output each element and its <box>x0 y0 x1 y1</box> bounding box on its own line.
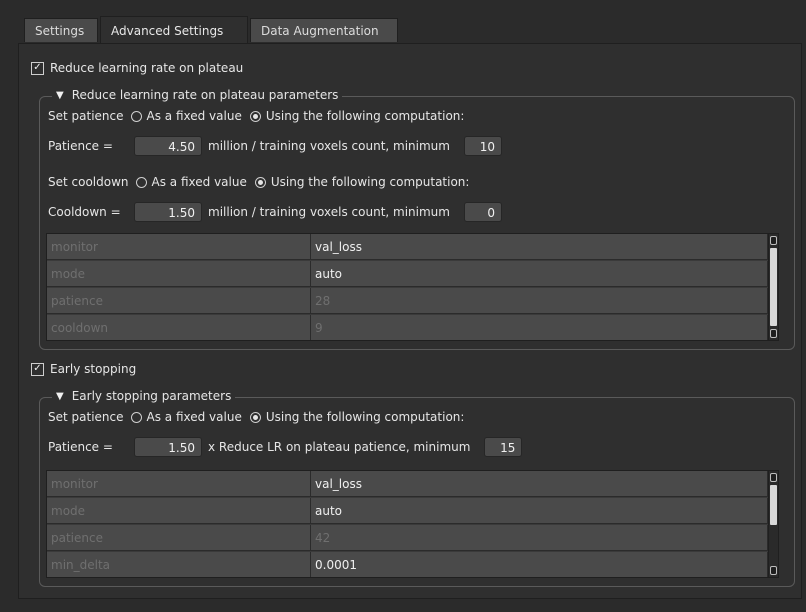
param-key: mode <box>47 261 311 287</box>
es-patience-fixed-radio[interactable] <box>130 411 142 423</box>
advanced-settings-panel: ✓ Reduce learning rate on plateau ▼ Redu… <box>18 43 802 599</box>
param-value[interactable]: val_loss <box>311 234 768 260</box>
patience-formula-text: million / training voxels count, minimum <box>208 139 450 153</box>
es-patience-minimum-spinbox[interactable]: 15 <box>484 437 523 457</box>
param-value: 42 <box>311 525 768 551</box>
early-stopping-parameters-table[interactable]: monitor val_loss mode auto patience 42 m… <box>46 470 779 578</box>
patience-fixed-radio[interactable] <box>130 110 142 122</box>
early-stopping-parameters-group: ▼ Early stopping parameters Set patience… <box>39 389 795 587</box>
param-key: min_delta <box>47 552 311 577</box>
table-row[interactable]: monitor val_loss <box>47 471 768 497</box>
param-key: monitor <box>47 471 311 497</box>
cooldown-computed-radio[interactable] <box>254 176 266 188</box>
reduce-lr-group-title: Reduce learning rate on plateau paramete… <box>71 88 339 102</box>
cooldown-factor-spinbox[interactable]: 1.50 <box>134 202 202 222</box>
reduce-lr-group-header[interactable]: ▼ Reduce learning rate on plateau parame… <box>52 88 343 102</box>
es-patience-computed-label[interactable]: Using the following computation: <box>266 410 465 424</box>
early-stopping-checkbox-row[interactable]: ✓ Early stopping <box>31 362 136 376</box>
early-stopping-patience-mode-row: Set patience As a fixed value Using the … <box>48 410 464 424</box>
table-row[interactable]: cooldown 9 <box>47 315 768 340</box>
tab-data-augmentation[interactable]: Data Augmentation <box>250 18 398 42</box>
table-row[interactable]: mode auto <box>47 261 768 287</box>
reduce-lr-cooldown-mode-row: Set cooldown As a fixed value Using the … <box>48 175 469 189</box>
checkmark-icon: ✓ <box>33 62 42 73</box>
param-value[interactable]: auto <box>311 261 768 287</box>
es-patience-fixed-label[interactable]: As a fixed value <box>147 410 242 424</box>
reduce-lr-parameters-table[interactable]: monitor val_loss mode auto patience 28 c… <box>46 233 779 341</box>
cooldown-fixed-label[interactable]: As a fixed value <box>152 175 247 189</box>
table-row[interactable]: patience 42 <box>47 525 768 551</box>
patience-computed-label[interactable]: Using the following computation: <box>266 109 465 123</box>
es-patience-factor-spinbox[interactable]: 1.50 <box>134 437 202 457</box>
param-key: mode <box>47 498 311 524</box>
table-row[interactable]: patience 28 <box>47 288 768 314</box>
param-key: cooldown <box>47 315 311 340</box>
patience-minimum-spinbox[interactable]: 10 <box>463 136 502 156</box>
early-stopping-group-title: Early stopping parameters <box>71 389 232 403</box>
param-value[interactable]: auto <box>311 498 768 524</box>
tab-bar: Settings Advanced Settings Data Augmenta… <box>0 0 806 44</box>
triangle-down-icon[interactable]: ▼ <box>56 391 64 402</box>
param-key: patience <box>47 288 311 314</box>
set-patience-label: Set patience <box>48 109 124 123</box>
checkmark-icon: ✓ <box>33 363 42 374</box>
param-key: monitor <box>47 234 311 260</box>
reduce-lr-table-scrollbar[interactable] <box>768 234 778 340</box>
reduce-lr-patience-mode-row: Set patience As a fixed value Using the … <box>48 109 464 123</box>
triangle-down-icon[interactable]: ▼ <box>56 90 64 101</box>
scroll-down-button[interactable] <box>770 329 777 338</box>
reduce-lr-patience-formula-row: Patience = 4.50 million / training voxel… <box>48 136 502 156</box>
reduce-lr-checkbox[interactable]: ✓ <box>31 61 44 75</box>
scrollbar-thumb[interactable] <box>770 485 777 525</box>
early-stopping-checkbox[interactable]: ✓ <box>31 362 44 376</box>
reduce-lr-cooldown-formula-row: Cooldown = 1.50 million / training voxel… <box>48 202 502 222</box>
table-row[interactable]: mode auto <box>47 498 768 524</box>
reduce-lr-checkbox-label: Reduce learning rate on plateau <box>50 61 244 75</box>
early-stopping-table-scrollbar[interactable] <box>768 471 778 577</box>
es-patience-equals-label: Patience = <box>48 440 113 454</box>
table-row[interactable]: min_delta 0.0001 <box>47 552 768 577</box>
es-patience-formula-text: x Reduce LR on plateau patience, minimum <box>208 440 471 454</box>
scroll-up-button[interactable] <box>770 473 777 482</box>
tab-advanced-settings[interactable]: Advanced Settings <box>100 16 248 44</box>
set-patience-label: Set patience <box>48 410 124 424</box>
reduce-lr-parameters-group: ▼ Reduce learning rate on plateau parame… <box>39 88 795 350</box>
param-key: patience <box>47 525 311 551</box>
cooldown-minimum-spinbox[interactable]: 0 <box>463 202 502 222</box>
early-stopping-checkbox-label: Early stopping <box>50 362 137 376</box>
early-stopping-group-header[interactable]: ▼ Early stopping parameters <box>52 389 236 403</box>
early-stopping-patience-formula-row: Patience = 1.50 x Reduce LR on plateau p… <box>48 437 523 457</box>
param-value: 9 <box>311 315 768 340</box>
es-patience-computed-radio[interactable] <box>249 411 261 423</box>
patience-computed-radio[interactable] <box>249 110 261 122</box>
scroll-down-button[interactable] <box>770 566 777 575</box>
param-value[interactable]: 0.0001 <box>311 552 768 577</box>
patience-factor-spinbox[interactable]: 4.50 <box>134 136 202 156</box>
param-value[interactable]: val_loss <box>311 471 768 497</box>
cooldown-formula-text: million / training voxels count, minimum <box>208 205 450 219</box>
scroll-up-button[interactable] <box>770 236 777 245</box>
cooldown-fixed-radio[interactable] <box>135 176 147 188</box>
cooldown-equals-label: Cooldown = <box>48 205 121 219</box>
cooldown-computed-label[interactable]: Using the following computation: <box>271 175 470 189</box>
set-cooldown-label: Set cooldown <box>48 175 129 189</box>
patience-equals-label: Patience = <box>48 139 113 153</box>
param-value: 28 <box>311 288 768 314</box>
reduce-lr-checkbox-row[interactable]: ✓ Reduce learning rate on plateau <box>31 61 243 75</box>
table-row[interactable]: monitor val_loss <box>47 234 768 260</box>
scrollbar-thumb[interactable] <box>770 248 777 326</box>
tab-settings[interactable]: Settings <box>24 18 98 42</box>
patience-fixed-label[interactable]: As a fixed value <box>147 109 242 123</box>
